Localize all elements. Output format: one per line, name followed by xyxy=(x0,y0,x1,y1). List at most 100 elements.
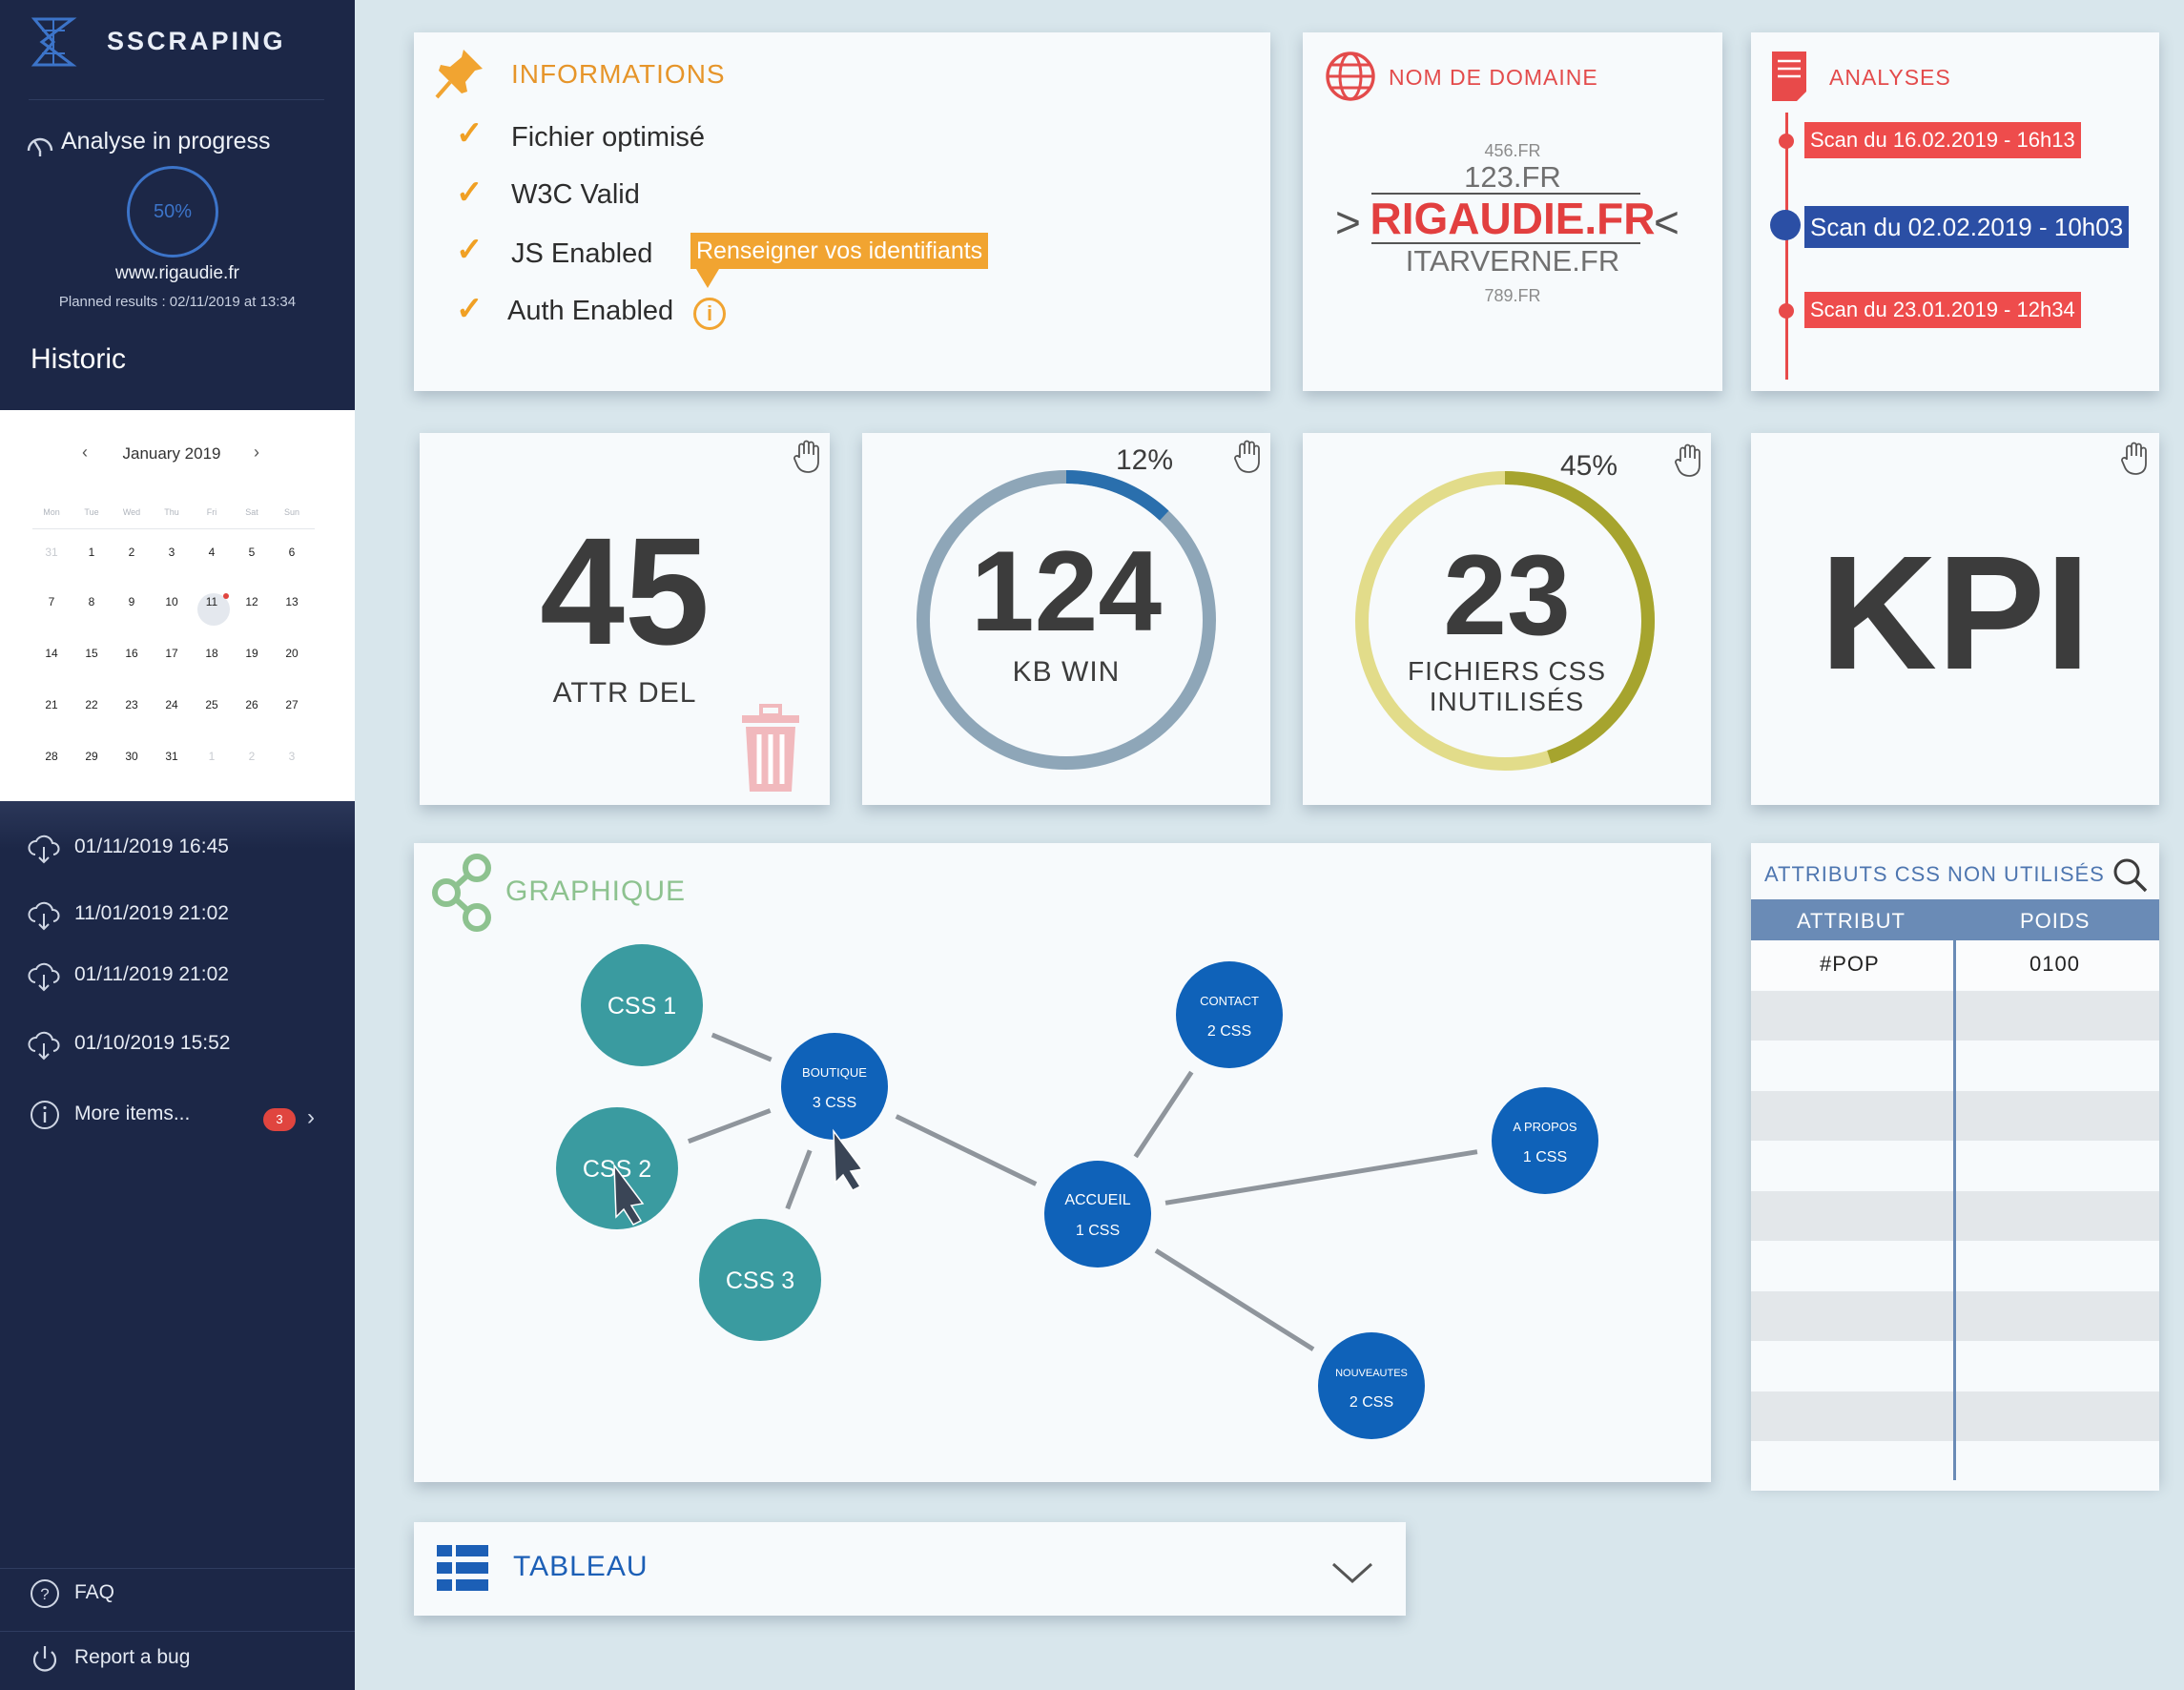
graph-node-circle[interactable] xyxy=(1492,1087,1598,1194)
scan-entry[interactable]: Scan du 02.02.2019 - 10h03 xyxy=(1804,206,2130,248)
info-icon[interactable]: i xyxy=(693,298,726,330)
calendar-day[interactable]: 10 xyxy=(153,595,191,608)
cloud-download-icon xyxy=(28,1031,60,1061)
calendar-next-button[interactable]: › xyxy=(254,443,259,463)
domain-option[interactable]: 123.FR xyxy=(1303,160,1722,195)
graph-node-circle[interactable] xyxy=(1176,961,1283,1068)
calendar-day[interactable]: 12 xyxy=(233,595,271,608)
calendar-day[interactable]: 17 xyxy=(153,647,191,660)
calendar-day[interactable]: 18 xyxy=(193,647,231,660)
column-header-attribut[interactable]: ATTRIBUT xyxy=(1797,909,1906,934)
graph-node-count: 3 CSS xyxy=(813,1095,856,1111)
report-bug-label: Report a bug xyxy=(74,1646,191,1668)
graph-node-circle[interactable] xyxy=(1318,1332,1425,1439)
calendar-day[interactable]: 15 xyxy=(72,647,111,660)
calendar-month: January 2019 xyxy=(122,444,221,463)
graph-node-circle[interactable] xyxy=(781,1033,888,1140)
pin-icon xyxy=(435,50,483,99)
graph-node-apropos[interactable]: A PROPOS 1 CSS xyxy=(1492,1087,1598,1194)
calendar-day[interactable]: 3 xyxy=(153,546,191,559)
drag-hand-icon[interactable] xyxy=(792,439,824,475)
chevron-down-icon[interactable] xyxy=(1329,1558,1375,1587)
calendar-day[interactable]: 16 xyxy=(113,647,151,660)
graph-node-css1[interactable]: CSS 1 xyxy=(581,944,703,1066)
divider xyxy=(29,99,324,100)
planned-results: Planned results : 02/11/2019 at 13:34 xyxy=(58,294,297,310)
column-divider xyxy=(1953,940,1956,1480)
info-item-label: Auth Enabled xyxy=(507,296,674,326)
scan-entry[interactable]: Scan du 16.02.2019 - 16h13 xyxy=(1804,122,2081,158)
calendar-day[interactable]: 2 xyxy=(113,546,151,559)
calendar-day[interactable]: 20 xyxy=(273,647,311,660)
scan-entry[interactable]: Scan du 23.01.2019 - 12h34 xyxy=(1804,292,2081,328)
cursor-icon xyxy=(833,1128,864,1191)
domain-option[interactable]: ITARVERNE.FR xyxy=(1303,244,1722,278)
graph-node-label: NOUVEAUTES xyxy=(1335,1368,1408,1379)
domain-option[interactable]: 456.FR xyxy=(1303,141,1722,161)
calendar-day[interactable]: 5 xyxy=(233,546,271,559)
calendar-weekday: Mon xyxy=(43,507,60,517)
graph-node-circle[interactable] xyxy=(1044,1161,1151,1268)
calendar-day[interactable]: 23 xyxy=(113,698,151,711)
drag-hand-icon[interactable] xyxy=(2119,441,2152,477)
info-circle-icon xyxy=(31,1101,59,1129)
calendar-day[interactable]: 1 xyxy=(193,750,231,763)
calendar-day[interactable]: 9 xyxy=(113,595,151,608)
history-item-label: 01/11/2019 21:02 xyxy=(74,963,229,985)
calendar-day[interactable]: 19 xyxy=(233,647,271,660)
kb-win-percent: 12% xyxy=(1116,444,1174,476)
graph-node-accueil[interactable]: ACCUEIL 1 CSS xyxy=(1044,1161,1151,1268)
css-files-percent: 45% xyxy=(1560,450,1618,482)
calendar-day[interactable]: 21 xyxy=(32,698,71,711)
domain-next-arrow[interactable]: < xyxy=(1654,196,1679,248)
cell-poids: 0100 xyxy=(2029,952,2080,976)
graph-node-count: 2 CSS xyxy=(1207,1023,1251,1040)
domain-option[interactable]: 789.FR xyxy=(1303,286,1722,306)
calendar-day[interactable]: 11 xyxy=(193,595,231,608)
calendar-day[interactable]: 31 xyxy=(32,546,71,559)
calendar-day[interactable]: 14 xyxy=(32,647,71,660)
css-files-label: INUTILISÉS xyxy=(1429,687,1585,716)
cloud-download-icon xyxy=(28,962,60,992)
calendar-day[interactable]: 3 xyxy=(273,750,311,763)
chevron-right-icon[interactable]: › xyxy=(307,1104,315,1131)
globe-icon xyxy=(1326,52,1375,101)
check-icon: ✓ xyxy=(456,291,484,327)
calendar-day[interactable]: 6 xyxy=(273,546,311,559)
trash-icon[interactable] xyxy=(736,702,805,793)
historic-title: Historic xyxy=(31,343,127,375)
calendar-day[interactable]: 26 xyxy=(233,698,271,711)
analyses-title: ANALYSES xyxy=(1829,65,1951,90)
calendar-day[interactable]: 7 xyxy=(32,595,71,608)
search-icon[interactable] xyxy=(2112,856,2150,895)
calendar-weekday: Sun xyxy=(283,507,299,517)
calendar-weekday: Thu xyxy=(164,507,179,517)
calendar-day[interactable]: 13 xyxy=(273,595,311,608)
tooltip-tail xyxy=(696,269,719,288)
calendar-day[interactable]: 24 xyxy=(153,698,191,711)
calendar-day[interactable]: 28 xyxy=(32,750,71,763)
column-header-poids[interactable]: POIDS xyxy=(2020,909,2090,934)
graph-node-css3[interactable]: CSS 3 xyxy=(699,1219,821,1341)
calendar-day[interactable]: 31 xyxy=(153,750,191,763)
calendar-weekday: Wed xyxy=(122,507,141,517)
calendar-day[interactable]: 25 xyxy=(193,698,231,711)
check-icon: ✓ xyxy=(456,232,484,268)
calendar-day[interactable]: 8 xyxy=(72,595,111,608)
calendar: ‹ January 2019 › Mon Tue Wed Thu Fri Sat Sun 3… xyxy=(0,410,355,801)
calendar-weekday: Tue xyxy=(84,507,99,517)
graph-node-contact[interactable]: CONTACT 2 CSS xyxy=(1176,961,1283,1068)
graph-node-label: CSS 1 xyxy=(608,993,676,1020)
calendar-day[interactable]: 4 xyxy=(193,546,231,559)
calendar-day[interactable]: 27 xyxy=(273,698,311,711)
divider xyxy=(0,1568,355,1569)
svg-text:?: ? xyxy=(40,1585,49,1603)
calendar-day[interactable]: 22 xyxy=(72,698,111,711)
graph-node-nouveautes[interactable]: NOUVEAUTES 2 CSS xyxy=(1318,1332,1425,1439)
power-icon xyxy=(32,1646,57,1672)
calendar-day[interactable]: 30 xyxy=(113,750,151,763)
calendar-day[interactable]: 29 xyxy=(72,750,111,763)
graph-node-boutique[interactable]: BOUTIQUE 3 CSS xyxy=(781,1033,888,1140)
calendar-day[interactable]: 1 xyxy=(72,546,111,559)
calendar-day[interactable]: 2 xyxy=(233,750,271,763)
